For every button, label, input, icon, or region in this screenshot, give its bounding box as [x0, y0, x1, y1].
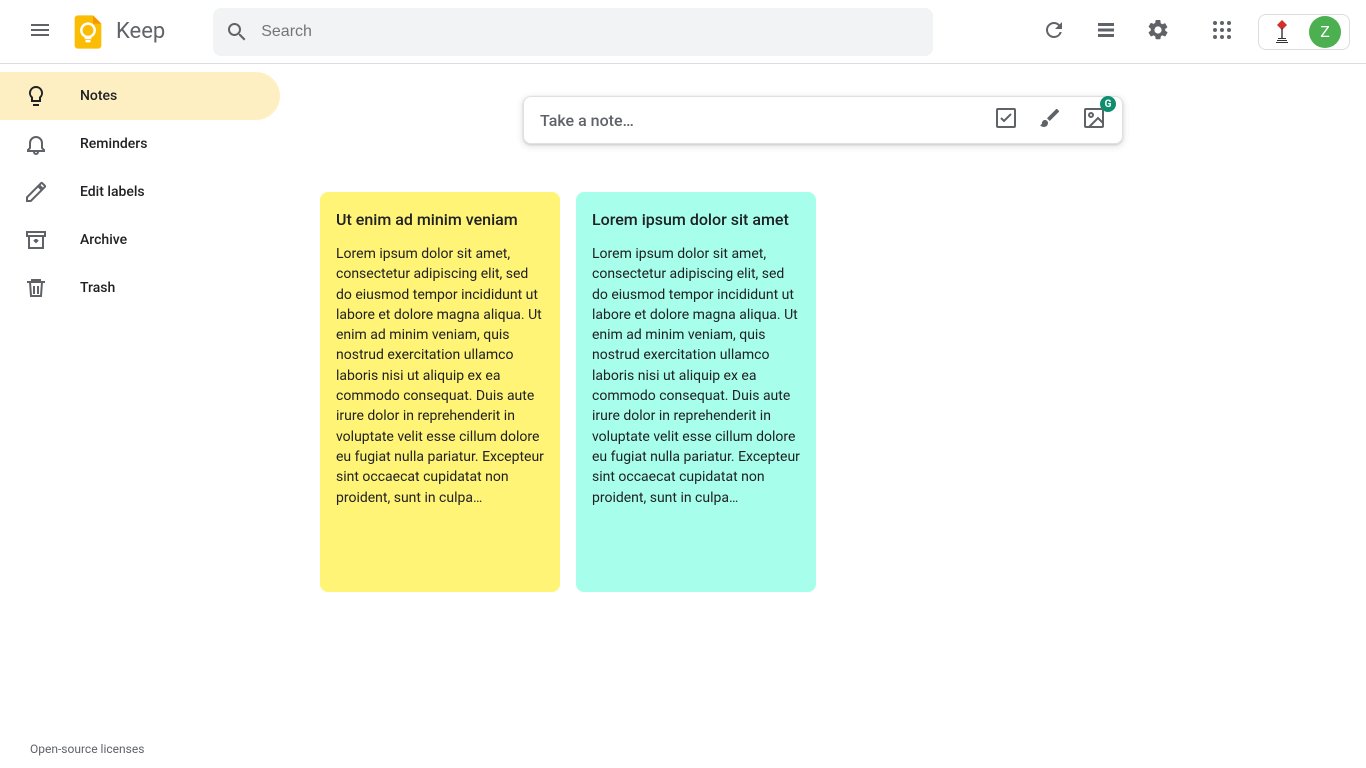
refresh-icon [1042, 18, 1066, 45]
avatar-initial: Z [1320, 22, 1330, 41]
sidebar-item-archive[interactable]: Archive [0, 216, 280, 264]
settings-button[interactable] [1134, 8, 1182, 56]
apps-grid-icon [1210, 18, 1234, 45]
list-view-button[interactable] [1082, 8, 1130, 56]
sidebar-label: Notes [80, 88, 117, 104]
search-input[interactable] [261, 23, 921, 41]
new-image-note-button[interactable]: G [1082, 106, 1106, 134]
search-bar[interactable] [213, 8, 933, 56]
take-note-actions: G [994, 106, 1106, 134]
checkbox-icon [994, 106, 1018, 134]
hamburger-icon [28, 18, 52, 45]
refresh-button[interactable] [1030, 8, 1078, 56]
search-icon [225, 20, 249, 44]
sidebar-footer-link[interactable]: Open-source licenses [0, 730, 280, 768]
account-avatar[interactable]: Z [1309, 16, 1341, 48]
keep-logo-icon [68, 12, 108, 52]
new-drawing-button[interactable] [1038, 106, 1062, 134]
trash-icon [24, 276, 48, 300]
note-card[interactable]: Lorem ipsum dolor sit amet Lorem ipsum d… [576, 192, 816, 592]
note-body: Lorem ipsum dolor sit amet, consectetur … [592, 244, 800, 508]
sidebar-item-notes[interactable]: Notes [0, 72, 280, 120]
note-body: Lorem ipsum dolor sit amet, consectetur … [336, 244, 544, 508]
archive-icon [24, 228, 48, 252]
header: Keep [0, 0, 1366, 64]
main-menu-button[interactable] [16, 8, 64, 56]
sidebar-item-trash[interactable]: Trash [0, 264, 280, 312]
take-note-bar[interactable]: Take a note… G [523, 96, 1123, 144]
note-card[interactable]: Ut enim ad minim veniam Lorem ipsum dolo… [320, 192, 560, 592]
grammarly-badge: G [1100, 96, 1116, 112]
lightbulb-icon [24, 84, 48, 108]
sidebar: Notes Reminders Edit labels Archive Tras… [0, 64, 280, 768]
sidebar-item-reminders[interactable]: Reminders [0, 120, 280, 168]
header-actions: Z [1030, 8, 1350, 56]
gear-icon [1146, 18, 1170, 45]
pencil-icon [24, 180, 48, 204]
logo-area[interactable]: Keep [68, 12, 165, 52]
note-title: Lorem ipsum dolor sit amet [592, 208, 800, 232]
new-list-button[interactable] [994, 106, 1018, 134]
sidebar-label: Trash [80, 280, 115, 296]
brush-icon [1038, 106, 1062, 134]
sidebar-label: Archive [80, 232, 127, 248]
take-note-placeholder: Take a note… [540, 111, 994, 130]
list-view-icon [1094, 18, 1118, 45]
note-title: Ut enim ad minim veniam [336, 208, 544, 232]
sidebar-item-edit-labels[interactable]: Edit labels [0, 168, 280, 216]
org-logo-icon [1267, 18, 1297, 46]
account-org-box[interactable]: Z [1258, 14, 1350, 50]
bell-icon [24, 132, 48, 156]
notes-grid: Ut enim ad minim veniam Lorem ipsum dolo… [280, 168, 1366, 616]
sidebar-label: Edit labels [80, 184, 145, 200]
product-name: Keep [116, 19, 165, 44]
main-content: Take a note… G [280, 64, 1366, 768]
google-apps-button[interactable] [1198, 8, 1246, 56]
sidebar-label: Reminders [80, 136, 147, 152]
